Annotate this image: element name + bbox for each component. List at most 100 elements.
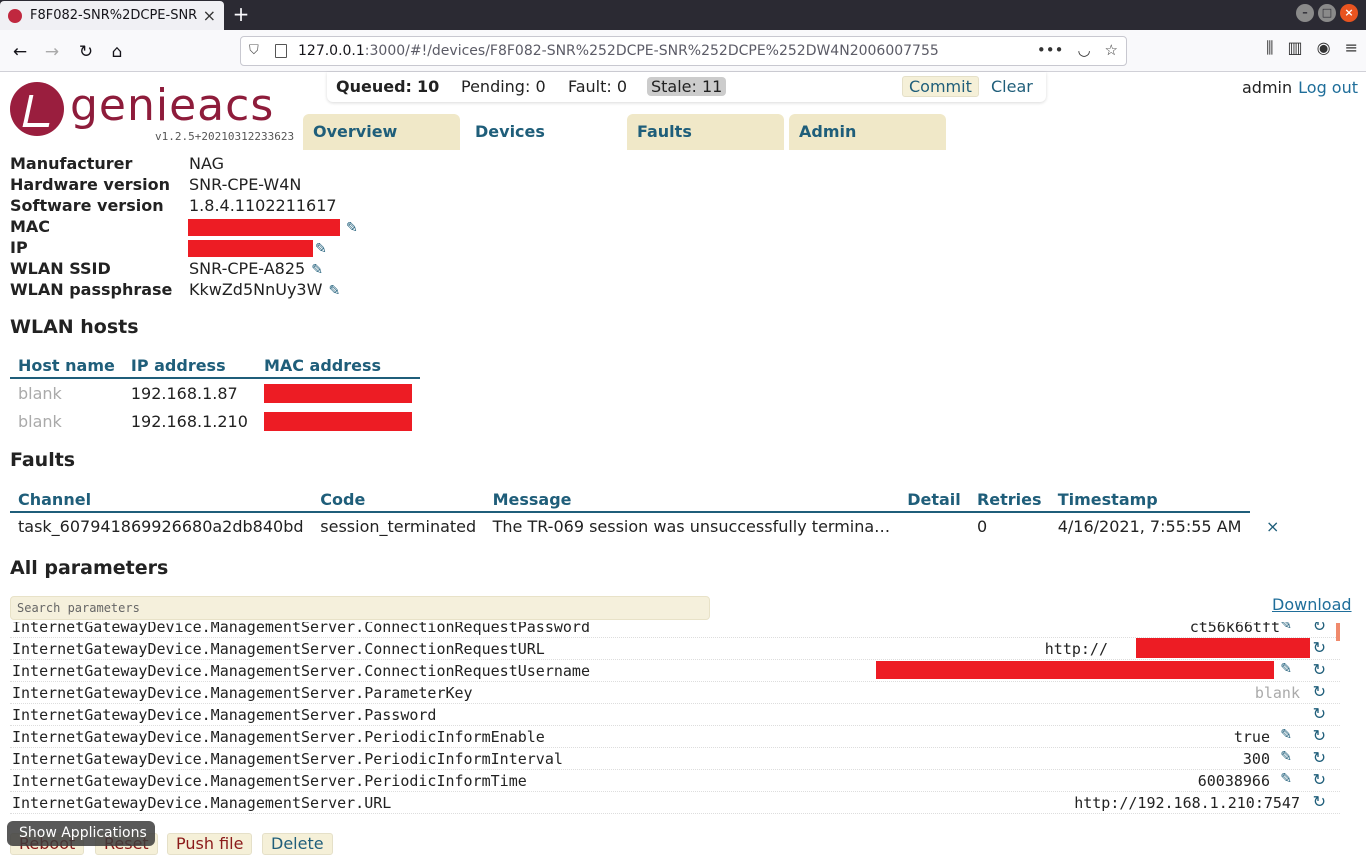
edit-ip-icon[interactable]: ✎ bbox=[315, 241, 327, 257]
param-row: InternetGatewayDevice.ManagementServer.C… bbox=[10, 660, 1340, 682]
param-row: InternetGatewayDevice.ManagementServer.P… bbox=[10, 726, 1340, 748]
bookmark-star-icon[interactable]: ☆ bbox=[1105, 41, 1118, 59]
param-row: InternetGatewayDevice.ManagementServer.P… bbox=[10, 682, 1340, 704]
col-message: Message bbox=[484, 488, 900, 513]
browser-nav-bar: ← → ↻ ⌂ ⛉ 127.0.0.1:3000/#!/devices/F8F0… bbox=[0, 30, 1366, 72]
wlan-hosts-heading: WLAN hosts bbox=[10, 316, 139, 338]
faults-heading: Faults bbox=[10, 449, 76, 471]
param-row: InternetGatewayDevice.ManagementServer.P… bbox=[10, 748, 1340, 770]
forward-icon[interactable]: → bbox=[38, 38, 66, 66]
table-row: task_607941869926680a2db840bd session_te… bbox=[18, 517, 1242, 536]
browser-tab-title: F8F082-SNR%2DCPE-SNR bbox=[30, 8, 197, 23]
refresh-icon[interactable]: ↻ bbox=[1313, 622, 1326, 635]
tab-faults[interactable]: Faults bbox=[627, 114, 784, 150]
edit-icon[interactable]: ✎ bbox=[1280, 749, 1292, 765]
edit-mac-icon[interactable]: ✎ bbox=[346, 220, 358, 236]
redacted-url bbox=[1136, 638, 1310, 658]
refresh-icon[interactable]: ↻ bbox=[1313, 660, 1326, 679]
show-applications-tooltip: Show Applications bbox=[7, 821, 155, 846]
close-window-icon[interactable]: × bbox=[1340, 4, 1358, 22]
redacted-username bbox=[876, 661, 1274, 679]
clear-button[interactable]: Clear bbox=[991, 77, 1033, 96]
table-row: blank 192.168.1.87 bbox=[10, 378, 420, 407]
logo-text: genieacs bbox=[70, 80, 275, 131]
reload-icon[interactable]: ↻ bbox=[72, 38, 100, 66]
version-label: v1.2.5+20210312233623 bbox=[155, 130, 295, 143]
edit-passphrase-icon[interactable]: ✎ bbox=[328, 283, 340, 299]
push-file-button[interactable]: Push file bbox=[167, 833, 253, 855]
search-input[interactable]: Search parameters bbox=[10, 596, 710, 620]
pending-count[interactable]: Pending: 0 bbox=[461, 77, 546, 96]
minimize-icon[interactable]: – bbox=[1296, 4, 1314, 22]
more-actions-icon[interactable]: ••• bbox=[1037, 41, 1064, 59]
maximize-icon[interactable]: □ bbox=[1318, 4, 1336, 22]
browser-tab-bar: F8F082-SNR%2DCPE-SNR × + – □ × bbox=[0, 0, 1366, 30]
delete-button[interactable]: Delete bbox=[262, 833, 333, 855]
library-icon[interactable]: ⫼ bbox=[1266, 38, 1273, 58]
all-parameters-heading: All parameters bbox=[10, 557, 169, 579]
edit-ssid-icon[interactable]: ✎ bbox=[311, 262, 323, 278]
url-bar[interactable]: ⛉ 127.0.0.1:3000/#!/devices/F8F082-SNR%2… bbox=[240, 36, 1127, 66]
url-text[interactable]: 127.0.0.1:3000/#!/devices/F8F082-SNR%252… bbox=[298, 43, 939, 59]
stale-count[interactable]: Stale: 11 bbox=[647, 77, 727, 96]
commit-button[interactable]: Commit bbox=[902, 76, 979, 97]
queued-count[interactable]: Queued: 10 bbox=[336, 77, 439, 96]
param-row: InternetGatewayDevice.ManagementServer.U… bbox=[10, 792, 1340, 814]
wlan-hosts-table: Host name IP address MAC address blank 1… bbox=[10, 354, 420, 435]
pocket-icon[interactable]: ◡ bbox=[1077, 41, 1090, 59]
username: admin bbox=[1242, 78, 1293, 97]
genieacs-favicon-icon bbox=[8, 8, 22, 23]
tab-admin[interactable]: Admin bbox=[789, 114, 946, 150]
tab-devices[interactable]: Devices bbox=[465, 114, 622, 150]
window-controls: – □ × bbox=[1296, 4, 1358, 22]
user-area: admin Log out bbox=[1242, 78, 1358, 97]
refresh-icon[interactable]: ↻ bbox=[1313, 792, 1326, 811]
menu-icon[interactable]: ≡ bbox=[1345, 38, 1358, 58]
refresh-icon[interactable]: ↻ bbox=[1313, 770, 1326, 789]
refresh-icon[interactable]: ↻ bbox=[1313, 704, 1326, 723]
faults-table: Channel Code Message Detail Retries Time… bbox=[10, 488, 1250, 540]
sidebar-icon[interactable]: ▥ bbox=[1288, 38, 1303, 58]
col-retries: Retries bbox=[968, 488, 1050, 513]
col-host-name: Host name bbox=[10, 354, 123, 379]
edit-icon[interactable]: ✎ bbox=[1280, 727, 1292, 743]
param-row: InternetGatewayDevice.ManagementServer.C… bbox=[10, 638, 1340, 660]
col-ip-address: IP address bbox=[122, 354, 256, 379]
redacted-ip bbox=[188, 240, 313, 257]
logo-mark-icon bbox=[10, 82, 64, 136]
refresh-icon[interactable]: ↻ bbox=[1313, 748, 1326, 767]
redacted-mac bbox=[263, 384, 412, 403]
table-row: blank 192.168.1.210 bbox=[10, 407, 420, 435]
refresh-icon[interactable]: ↻ bbox=[1313, 638, 1326, 657]
col-code: Code bbox=[312, 488, 485, 513]
col-timestamp: Timestamp bbox=[1049, 488, 1250, 513]
download-link[interactable]: Download bbox=[1272, 595, 1352, 614]
col-detail: Detail bbox=[899, 488, 969, 513]
dismiss-fault-icon[interactable]: × bbox=[1266, 517, 1279, 536]
shield-icon[interactable]: ⛉ bbox=[249, 43, 263, 59]
edit-icon[interactable]: ✎ bbox=[1280, 771, 1292, 787]
scrollbar-thumb[interactable] bbox=[1336, 623, 1340, 641]
param-row: InternetGatewayDevice.ManagementServer.C… bbox=[10, 622, 1340, 638]
tab-overview[interactable]: Overview bbox=[303, 114, 460, 150]
redacted-mac bbox=[263, 412, 412, 431]
refresh-icon[interactable]: ↻ bbox=[1313, 682, 1326, 701]
redacted-mac bbox=[188, 219, 340, 236]
close-tab-icon[interactable]: × bbox=[203, 6, 216, 25]
browser-tab[interactable]: F8F082-SNR%2DCPE-SNR × bbox=[0, 1, 224, 30]
fault-count[interactable]: Fault: 0 bbox=[568, 77, 627, 96]
param-row: InternetGatewayDevice.ManagementServer.P… bbox=[10, 704, 1340, 726]
page-icon bbox=[275, 44, 287, 58]
back-icon[interactable]: ← bbox=[6, 38, 34, 66]
account-icon[interactable]: ◉ bbox=[1317, 38, 1331, 58]
edit-icon[interactable]: ✎ bbox=[1280, 622, 1292, 633]
col-mac-address: MAC address bbox=[255, 354, 420, 379]
param-row: InternetGatewayDevice.ManagementServer.P… bbox=[10, 770, 1340, 792]
new-tab-icon[interactable]: + bbox=[230, 3, 252, 25]
edit-icon[interactable]: ✎ bbox=[1280, 661, 1292, 677]
parameter-list[interactable]: InternetGatewayDevice.ManagementServer.C… bbox=[10, 622, 1340, 822]
task-queue-bar: Queued: 10 Pending: 0 Fault: 0 Stale: 11… bbox=[327, 72, 1046, 102]
logout-link[interactable]: Log out bbox=[1298, 78, 1358, 97]
home-icon[interactable]: ⌂ bbox=[103, 38, 131, 66]
refresh-icon[interactable]: ↻ bbox=[1313, 726, 1326, 745]
